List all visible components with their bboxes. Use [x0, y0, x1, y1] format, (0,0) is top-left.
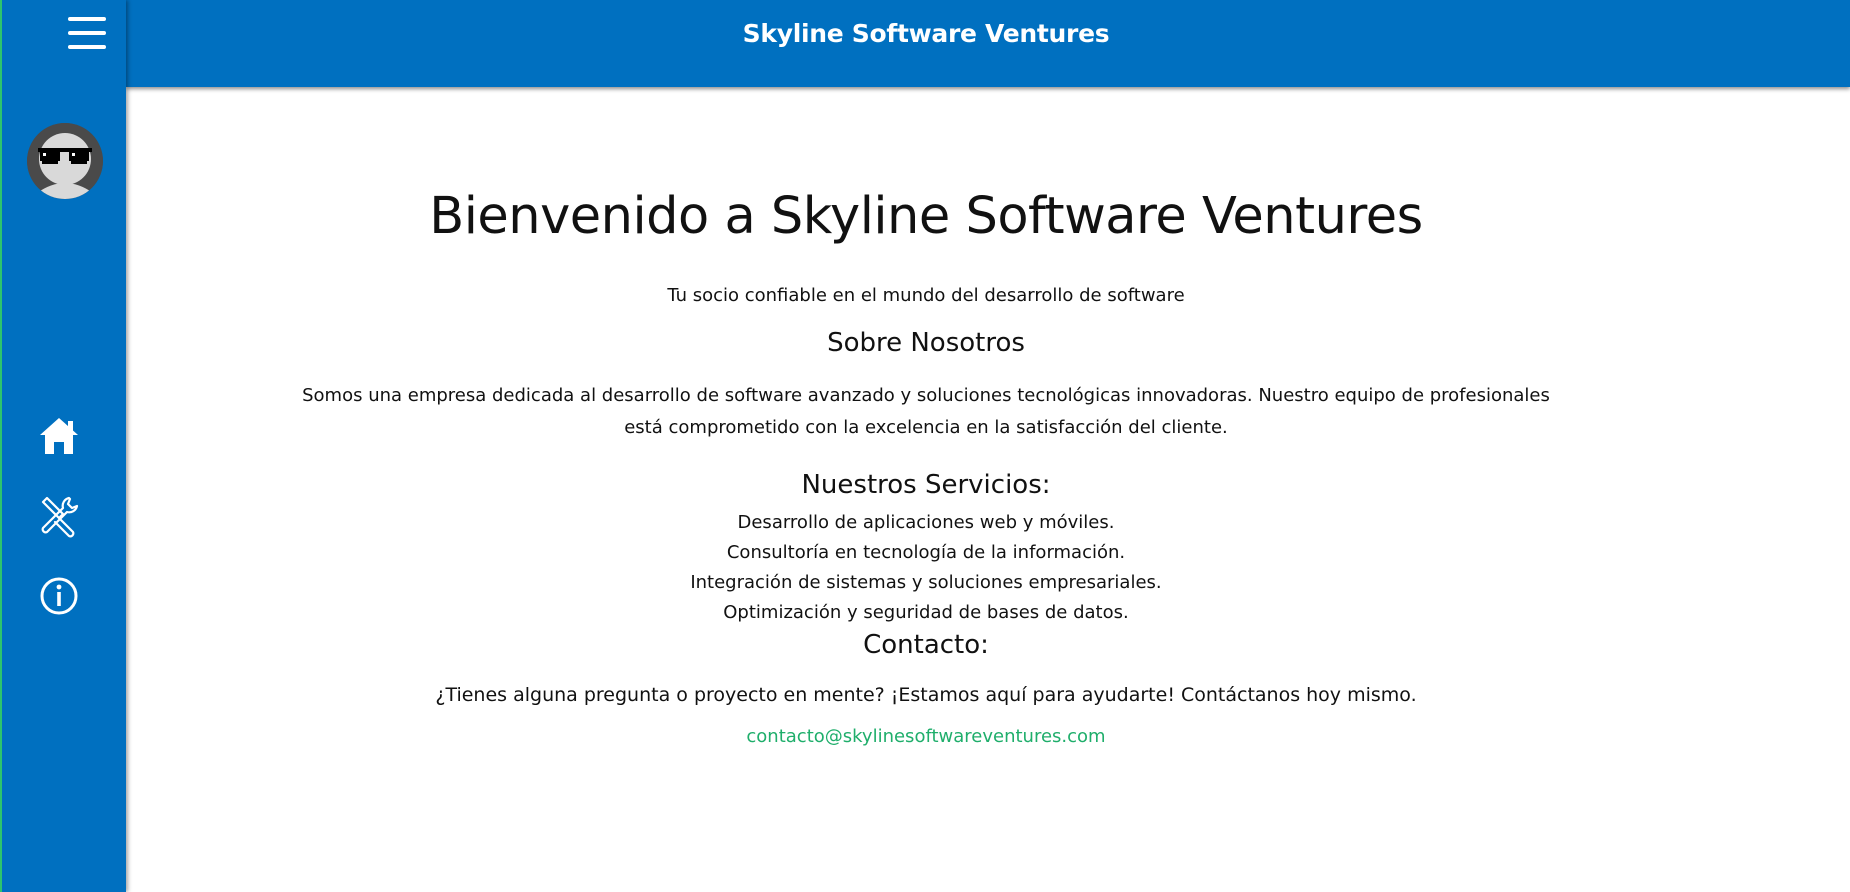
hamburger-menu-icon[interactable]	[64, 14, 110, 52]
avatar[interactable]	[27, 123, 103, 199]
sidebar-item-services[interactable]	[37, 494, 81, 538]
sidebar-item-home[interactable]	[37, 414, 81, 458]
services-heading: Nuestros Servicios:	[801, 470, 1051, 501]
list-item: Consultoría en tecnología de la informac…	[726, 542, 1126, 564]
site-title: Skyline Software Ventures	[742, 19, 1110, 48]
sidebar-item-info[interactable]	[37, 574, 81, 618]
avatar-image	[27, 123, 103, 199]
contact-heading: Contacto:	[863, 630, 989, 661]
about-text: Somos una empresa dedicada al desarrollo…	[302, 385, 1550, 439]
top-bar: Skyline Software Ventures	[126, 0, 1850, 87]
tagline: Tu socio confiable en el mundo del desar…	[667, 285, 1185, 307]
about-heading: Sobre Nosotros	[827, 328, 1025, 359]
home-icon	[40, 418, 78, 454]
list-item: Desarrollo de aplicaciones web y móviles…	[737, 512, 1115, 534]
main-content: Bienvenido a Skyline Software Ventures T…	[126, 87, 1726, 747]
page-title: Bienvenido a Skyline Software Ventures	[429, 187, 1423, 246]
list-item: Integración de sistemas y soluciones emp…	[690, 572, 1162, 594]
tools-icon	[41, 496, 79, 538]
list-item: Optimización y seguridad de bases de dat…	[723, 602, 1129, 624]
contact-email-link[interactable]: contacto@skylinesoftwareventures.com	[746, 726, 1105, 747]
contact-text: ¿Tienes alguna pregunta o proyecto en me…	[435, 684, 1417, 707]
info-icon	[40, 577, 78, 615]
sidebar	[0, 0, 126, 892]
services-list: Desarrollo de aplicaciones web y móviles…	[126, 508, 1726, 628]
